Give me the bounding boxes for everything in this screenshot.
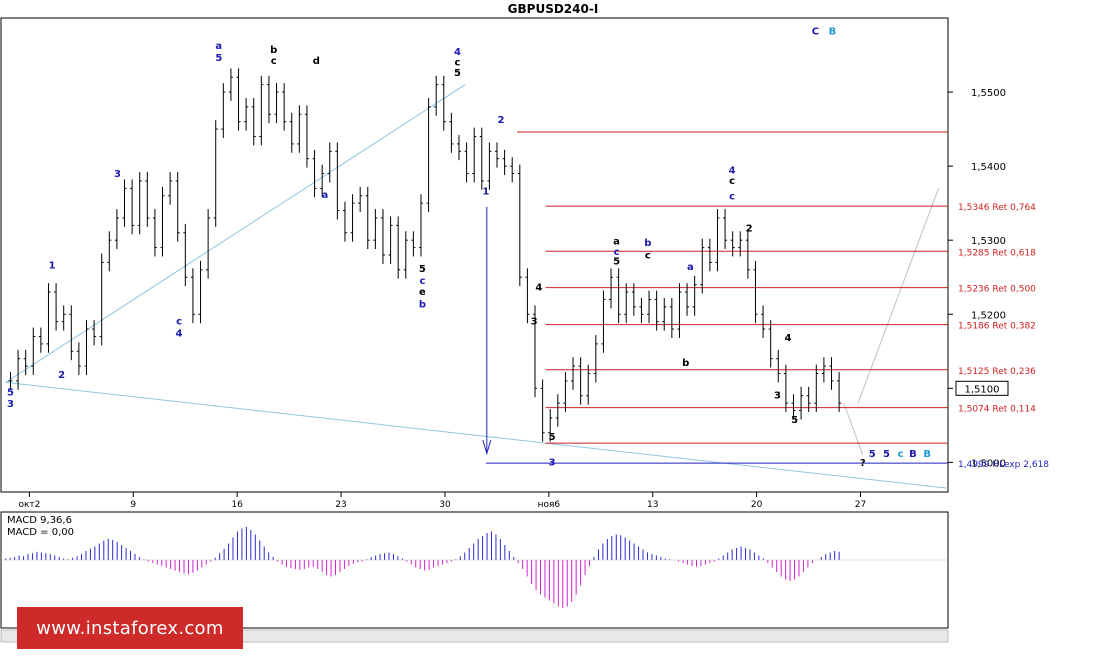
x-tick-label: 13 — [647, 500, 658, 510]
wave-label: 5 — [869, 449, 876, 460]
x-tick-label: окт2 — [18, 500, 40, 510]
y-tick-label: 1,5200 — [971, 310, 1006, 321]
wave-label: 3 — [7, 399, 14, 410]
x-tick-label: 23 — [335, 500, 346, 510]
wave-label: 2 — [746, 223, 753, 234]
x-tick-label: 16 — [231, 500, 243, 510]
plot-frame — [0, 17, 949, 493]
wave-label: C — [812, 26, 819, 37]
y-tick-label: 1,5300 — [971, 236, 1006, 247]
wave-label: b — [270, 45, 277, 56]
wave-label: e — [419, 287, 426, 298]
wave-label: c — [898, 449, 904, 460]
x-tick-label: 9 — [130, 500, 136, 510]
fib-level-label: 1,5346 Ret 0,764 — [958, 203, 1036, 213]
x-tick-label: 20 — [751, 500, 763, 510]
wave-label: 2 — [498, 115, 505, 126]
wave-label: 4 — [784, 333, 791, 344]
x-tick-label: 30 — [439, 500, 451, 510]
wave-label: b — [682, 358, 689, 369]
wave-label: 4 — [454, 47, 461, 58]
wave-label: a — [613, 237, 620, 248]
wave-chart: 1,50001,51001,52001,53001,54001,5500окт2… — [0, 0, 1106, 660]
wave-label: b — [644, 238, 651, 249]
fib-level-label: 1,5074 Ret 0,114 — [958, 405, 1036, 415]
wave-label: 4 — [729, 166, 736, 177]
wave-label: 5 — [419, 264, 426, 275]
wave-label: B — [909, 449, 917, 460]
wave-label: 4 — [535, 283, 542, 294]
fib-level-label: 1,5285 Ret 0,618 — [958, 248, 1036, 258]
fib-level-label: 1,5125 Ret 0,236 — [958, 367, 1036, 377]
hl-level-label: 1,4999 HLexp 2,618 — [958, 460, 1049, 470]
wave-label: 2 — [58, 370, 65, 381]
wave-label: c — [176, 317, 182, 328]
wave-label: 3 — [114, 169, 121, 180]
chart-title: GBPUSD240-I — [507, 2, 599, 16]
wave-label: d — [313, 56, 320, 67]
macd-label-2: MACD = 0,00 — [7, 527, 74, 538]
wave-label: a — [321, 190, 328, 201]
y-tick-label: 1,5400 — [971, 162, 1006, 173]
wave-label: c — [729, 176, 735, 187]
wave-label: 1 — [482, 186, 489, 197]
wave-label: c — [729, 191, 735, 202]
x-tick-label: ноя6 — [538, 500, 561, 510]
wave-label: 5 — [454, 68, 461, 79]
wave-label: c — [645, 251, 651, 262]
watermark-text: www.instaforex.com — [36, 617, 224, 639]
wave-label: c — [271, 56, 277, 67]
wave-label: 5 — [883, 449, 890, 460]
wave-label: 5 — [7, 388, 14, 399]
wave-label: B — [829, 26, 837, 37]
wave-label: 3 — [549, 457, 556, 468]
wave-label: 5 — [613, 257, 620, 268]
wave-label: 3 — [531, 317, 538, 328]
wave-label: a — [215, 41, 222, 52]
wave-label: c — [454, 57, 460, 68]
wave-label: 3 — [774, 391, 781, 402]
wave-label: a — [687, 262, 694, 273]
current-price-label: 1,5100 — [965, 384, 1000, 395]
wave-label: 4 — [176, 328, 183, 339]
fib-level-label: 1,5236 Ret 0,500 — [958, 285, 1036, 295]
wave-label: c — [419, 276, 425, 287]
y-tick-label: 1,5500 — [971, 88, 1006, 99]
wave-label: b — [419, 300, 426, 311]
wave-label: 1 — [49, 260, 56, 271]
instaforex-watermark: www.instaforex.com — [17, 607, 243, 649]
wave-label: 5 — [215, 53, 222, 64]
wave-label: 5 — [549, 432, 556, 443]
fib-level-label: 1,5186 Ret 0,382 — [958, 322, 1036, 332]
wave-label: 5 — [791, 415, 798, 426]
macd-label-1: MACD 9,36,6 — [7, 515, 72, 526]
chart-svg: 1,50001,51001,52001,53001,54001,5500окт2… — [0, 17, 1049, 643]
wave-label: ? — [860, 458, 866, 469]
x-tick-label: 27 — [855, 500, 866, 510]
wave-label: B — [923, 449, 931, 460]
